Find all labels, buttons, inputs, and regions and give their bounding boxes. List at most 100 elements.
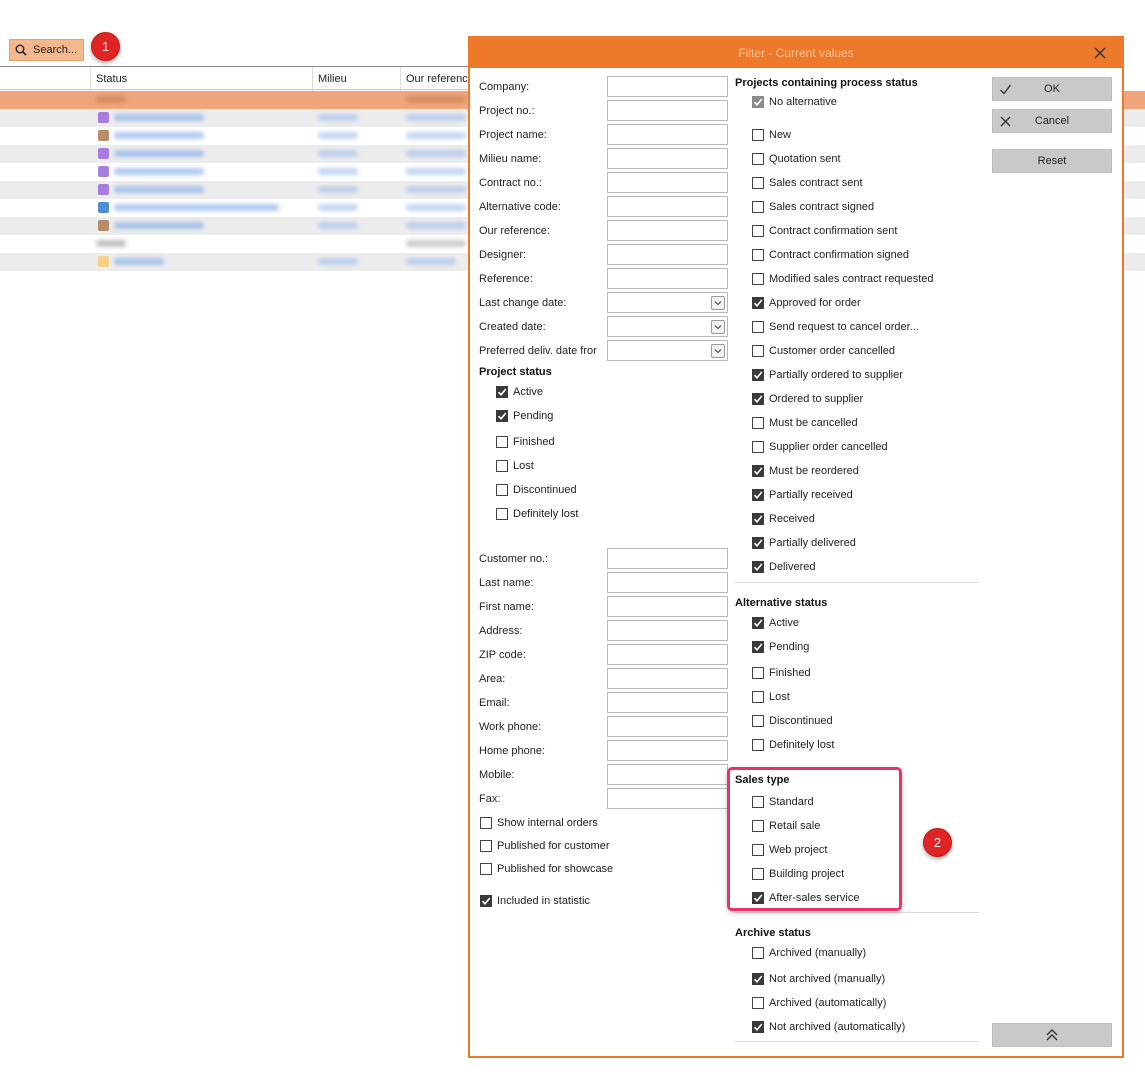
checkbox-show-internal-orders[interactable]: Show internal orders	[480, 815, 598, 831]
contract-no-field[interactable]	[607, 172, 728, 193]
fax-field[interactable]	[607, 788, 728, 809]
chevron-down-icon[interactable]	[711, 344, 725, 358]
column-status[interactable]: Status	[90, 67, 312, 91]
checkbox-finished[interactable]: Finished	[752, 665, 811, 681]
checkbox-send-request-to-cancel-order[interactable]: Send request to cancel order...	[752, 319, 919, 335]
checkbox-partially-received[interactable]: Partially received	[752, 487, 853, 503]
address-field[interactable]	[607, 620, 728, 641]
checkbox-delivered[interactable]: Delivered	[752, 559, 815, 575]
checkbox-lost[interactable]: Lost	[752, 689, 790, 705]
checkbox-box	[752, 417, 764, 429]
checkbox-box	[752, 249, 764, 261]
home-phone-field[interactable]	[607, 740, 728, 761]
checkbox-label: Ordered to supplier	[769, 393, 864, 405]
step-badge-2: 2	[923, 828, 952, 857]
customer-no-label: Customer no.:	[479, 553, 549, 565]
preferred-deliv-date-fror-dropdown[interactable]	[607, 340, 728, 361]
company-field[interactable]	[607, 76, 728, 97]
checkbox-lost[interactable]: Lost	[496, 458, 534, 474]
work-phone-label: Work phone:	[479, 721, 542, 733]
designer-field[interactable]	[607, 244, 728, 265]
checkbox-label: Must be cancelled	[769, 417, 858, 429]
mobile-field[interactable]	[607, 764, 728, 785]
last-name-label: Last name:	[479, 577, 534, 589]
checkbox-label: Contract confirmation signed	[769, 249, 910, 261]
checkbox-archived-automatically[interactable]: Archived (automatically)	[752, 995, 886, 1011]
checkbox-definitely-lost[interactable]: Definitely lost	[496, 506, 578, 522]
checkbox-published-for-customer[interactable]: Published for customer	[480, 838, 610, 854]
checkbox-contract-confirmation-signed[interactable]: Contract confirmation signed	[752, 247, 909, 263]
ok-button[interactable]: OK	[992, 77, 1112, 101]
zip-code-field[interactable]	[607, 644, 728, 665]
checkbox-not-archived-manually[interactable]: Not archived (manually)	[752, 971, 885, 987]
checkbox-label: Published for customer	[497, 840, 610, 852]
checkbox-sales-contract-sent[interactable]: Sales contract sent	[752, 175, 863, 191]
checkbox-pending[interactable]: Pending	[752, 639, 809, 655]
chevron-down-icon[interactable]	[711, 320, 725, 334]
checkbox-archived-manually[interactable]: Archived (manually)	[752, 945, 866, 961]
checkbox-new[interactable]: New	[752, 127, 791, 143]
project-no-field[interactable]	[607, 100, 728, 121]
checkbox-contract-confirmation-sent[interactable]: Contract confirmation sent	[752, 223, 897, 239]
column-milieu[interactable]: Milieu	[312, 67, 400, 91]
checkbox-must-be-cancelled[interactable]: Must be cancelled	[752, 415, 858, 431]
customer-no-field[interactable]	[607, 548, 728, 569]
checkbox-published-for-showcase[interactable]: Published for showcase	[480, 861, 613, 877]
our-reference-label: Our reference:	[479, 225, 550, 237]
checkbox-active[interactable]: Active	[496, 384, 543, 400]
status-color-icon	[98, 220, 109, 231]
checkbox-included-in-statistic[interactable]: Included in statistic	[480, 893, 590, 909]
search-button[interactable]: Search...	[9, 39, 84, 61]
checkbox-discontinued[interactable]: Discontinued	[496, 482, 577, 498]
checkbox-finished[interactable]: Finished	[496, 434, 555, 450]
alternative-code-label: Alternative code:	[479, 201, 561, 213]
last-change-date-dropdown[interactable]	[607, 292, 728, 313]
checkbox-customer-order-cancelled[interactable]: Customer order cancelled	[752, 343, 895, 359]
chevron-down-icon[interactable]	[711, 296, 725, 310]
first-name-label: First name:	[479, 601, 535, 613]
checkbox-received[interactable]: Received	[752, 511, 815, 527]
our-reference-field[interactable]	[607, 220, 728, 241]
section-divider	[735, 912, 979, 913]
reset-button[interactable]: Reset	[992, 149, 1112, 173]
checkbox-partially-delivered[interactable]: Partially delivered	[752, 535, 856, 551]
status-color-icon	[98, 256, 109, 267]
work-phone-field[interactable]	[607, 716, 728, 737]
alternative-code-field[interactable]	[607, 196, 728, 217]
checkbox-label: Customer order cancelled	[769, 345, 895, 357]
checkbox-must-be-reordered[interactable]: Must be reordered	[752, 463, 859, 479]
checkbox-sales-contract-signed[interactable]: Sales contract signed	[752, 199, 874, 215]
checkbox-partially-ordered-to-supplier[interactable]: Partially ordered to supplier	[752, 367, 903, 383]
close-icon[interactable]	[1092, 45, 1108, 61]
cancel-button[interactable]: Cancel	[992, 109, 1112, 133]
area-field[interactable]	[607, 668, 728, 689]
column-our-reference[interactable]: Our referenc	[400, 67, 470, 91]
checkbox-label: Sales contract signed	[769, 201, 875, 213]
email-field[interactable]	[607, 692, 728, 713]
checkbox-definitely-lost[interactable]: Definitely lost	[752, 737, 834, 753]
checkbox-label: No alternative	[769, 96, 837, 108]
checkbox-label: Archived (automatically)	[769, 997, 887, 1009]
status-color-icon	[98, 166, 109, 177]
address-label: Address:	[479, 625, 523, 637]
checkbox-approved-for-order[interactable]: Approved for order	[752, 295, 861, 311]
reference-field[interactable]	[607, 268, 728, 289]
checkbox-discontinued[interactable]: Discontinued	[752, 713, 833, 729]
milieu-name-field[interactable]	[607, 148, 728, 169]
first-name-field[interactable]	[607, 596, 728, 617]
checkmark-icon	[752, 617, 764, 629]
collapse-button[interactable]	[992, 1023, 1112, 1047]
checkbox-not-archived-automatically[interactable]: Not archived (automatically)	[752, 1019, 905, 1035]
last-name-field[interactable]	[607, 572, 728, 593]
checkbox-supplier-order-cancelled[interactable]: Supplier order cancelled	[752, 439, 888, 455]
section-title: Project status	[479, 366, 552, 378]
checkbox-no-alternative[interactable]: No alternative	[752, 94, 837, 110]
checkbox-active[interactable]: Active	[752, 615, 799, 631]
checkbox-ordered-to-supplier[interactable]: Ordered to supplier	[752, 391, 863, 407]
checkbox-modified-sales-contract-requested[interactable]: Modified sales contract requested	[752, 271, 933, 287]
checkbox-pending[interactable]: Pending	[496, 408, 553, 424]
checkbox-quotation-sent[interactable]: Quotation sent	[752, 151, 841, 167]
checkmark-icon	[752, 513, 764, 525]
created-date-dropdown[interactable]	[607, 316, 728, 337]
project-name-field[interactable]	[607, 124, 728, 145]
